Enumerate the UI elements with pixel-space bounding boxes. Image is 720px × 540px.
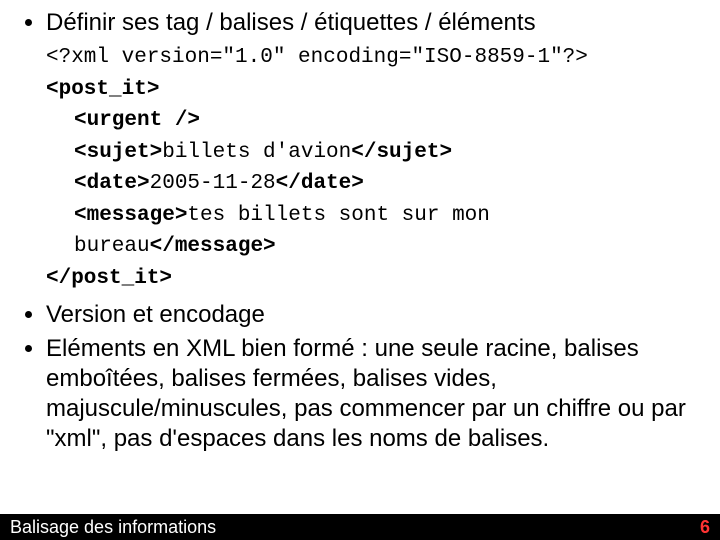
slide: Définir ses tag / balises / étiquettes /…	[0, 0, 720, 540]
code-post-it-close: </post_it>	[46, 263, 702, 295]
bullet-well-formed: Eléments en XML bien formé : une seule r…	[46, 334, 702, 454]
code-post-it-open: <post_it>	[46, 74, 702, 106]
page-number: 6	[700, 517, 710, 538]
code-xml-declaration: <?xml version="1.0" encoding="ISO-8859-1…	[46, 42, 702, 74]
bullet-list: Définir ses tag / balises / étiquettes /…	[18, 8, 702, 38]
code-message-open: <message>	[74, 204, 187, 227]
code-date-close: </date>	[276, 172, 364, 195]
bullet-list-2: Version et encodage Eléments en XML bien…	[18, 300, 702, 454]
bullet-version-encoding: Version et encodage	[46, 300, 702, 330]
footer-bar: Balisage des informations 6	[0, 514, 720, 540]
code-sujet-line: <sujet>billets d'avion</sujet>	[46, 137, 702, 169]
bullet-define-tags: Définir ses tag / balises / étiquettes /…	[46, 8, 702, 38]
code-message-close: </message>	[150, 235, 276, 258]
code-sujet-text: billets d'avion	[162, 141, 351, 164]
code-date-text: 2005-11-28	[150, 172, 276, 195]
code-date-open: <date>	[74, 172, 150, 195]
code-sujet-open: <sujet>	[74, 141, 162, 164]
xml-code-block: <?xml version="1.0" encoding="ISO-8859-1…	[46, 42, 702, 294]
footer-title: Balisage des informations	[10, 517, 216, 538]
code-message-line: <message>tes billets sont sur mon bureau…	[46, 200, 702, 263]
code-sujet-close: </sujet>	[351, 141, 452, 164]
code-date-line: <date>2005-11-28</date>	[46, 168, 702, 200]
code-urgent: <urgent />	[46, 105, 702, 137]
slide-content: Définir ses tag / balises / étiquettes /…	[0, 0, 720, 454]
